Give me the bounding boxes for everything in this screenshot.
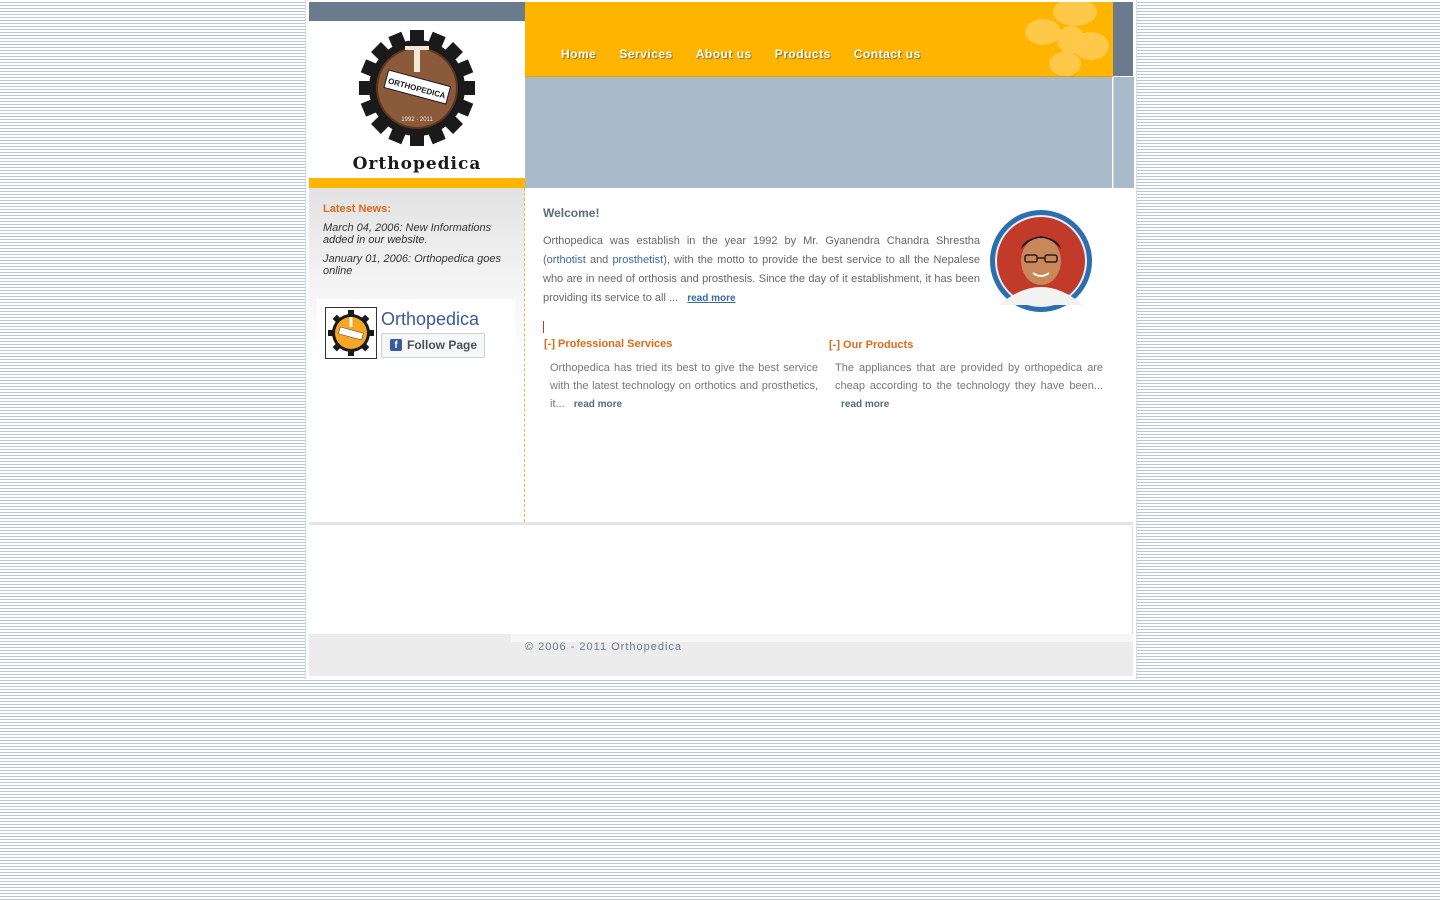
logo-top-bar: [309, 2, 525, 21]
our-products-text: The appliances that are provided by orth…: [835, 359, 1103, 414]
nav-about-us[interactable]: About us: [696, 47, 752, 61]
orthopedica-avatar-icon: [328, 310, 374, 356]
facebook-page-name[interactable]: Orthopedica: [381, 309, 479, 330]
page-container: ORTHOPEDICA 1992 · 2011 Orthopedica Home…: [305, 0, 1137, 679]
copyright-text: © 2006 - 2011 Orthopedica: [525, 641, 683, 653]
professional-services-toggle[interactable]: [-] Professional Services: [544, 338, 672, 350]
products-text: The appliances that are provided by orth…: [835, 362, 1103, 392]
facebook-widget: Orthopedica f Follow Page: [317, 299, 515, 359]
intro-read-more-link[interactable]: read more: [687, 293, 735, 304]
svg-text:1992 · 2011: 1992 · 2011: [401, 117, 433, 123]
nav-products[interactable]: Products: [775, 47, 831, 61]
our-products-toggle[interactable]: [-] Our Products: [829, 339, 913, 351]
services-read-more-link[interactable]: read more: [574, 399, 622, 410]
footer-blank-area: [309, 526, 1133, 634]
professional-services-text: Orthopedica has tried its best to give t…: [550, 359, 818, 414]
banner-side-block: [1113, 77, 1134, 188]
orthotist-link[interactable]: orthotist: [547, 254, 586, 266]
sidebar: Latest News: March 04, 2006: New Informa…: [309, 188, 525, 522]
logo-area: ORTHOPEDICA 1992 · 2011 Orthopedica: [309, 2, 525, 188]
news-item: March 04, 2006: New Informations added i…: [323, 222, 492, 246]
flower-decoration-icon: [1025, 2, 1109, 76]
facebook-page-avatar[interactable]: [325, 307, 377, 359]
prosthetist-link[interactable]: prosthetist: [612, 254, 663, 266]
follow-page-button[interactable]: f Follow Page: [381, 333, 485, 358]
products-read-more-link[interactable]: read more: [841, 399, 889, 410]
banner-area: [525, 77, 1113, 188]
founder-portrait: [990, 210, 1092, 312]
intro-paragraph: Orthopedica was establish in the year 19…: [543, 232, 980, 308]
nav-home[interactable]: Home: [561, 47, 596, 61]
header-side-block: [1113, 2, 1133, 76]
follow-page-label: Follow Page: [407, 338, 478, 352]
news-item: January 01, 2006: Orthopedica goes onlin…: [323, 253, 501, 277]
nav-services[interactable]: Services: [619, 47, 672, 61]
logo-text: Orthopedica: [352, 154, 482, 174]
welcome-heading: Welcome!: [543, 206, 600, 220]
facebook-icon: f: [390, 339, 402, 351]
content-divider: [309, 522, 1133, 525]
orthopedica-logo-icon[interactable]: ORTHOPEDICA 1992 · 2011: [349, 30, 485, 150]
header-bar: Home Services About us Products Contact …: [525, 2, 1113, 77]
intro-text-and: and: [585, 254, 613, 266]
latest-news-title: Latest News:: [323, 203, 391, 215]
main-navigation: Home Services About us Products Contact …: [561, 47, 944, 61]
nav-contact-us[interactable]: Contact us: [854, 47, 921, 61]
footer-left-block: [309, 634, 511, 676]
section-divider: [543, 321, 544, 333]
main-content: Welcome! Orthopedica was establish in th…: [525, 188, 1133, 522]
logo-orange-bar: [309, 178, 525, 188]
